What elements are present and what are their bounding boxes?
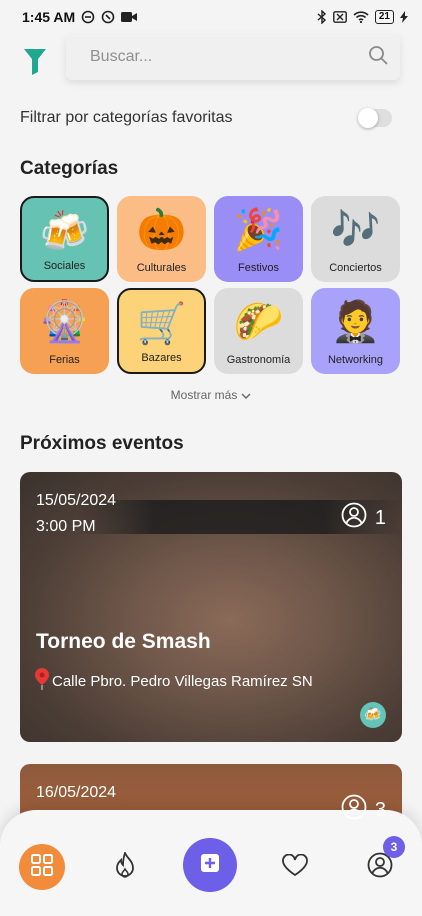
wifi-icon: [353, 11, 369, 23]
category-label: Culturales: [136, 262, 187, 274]
categories-title: Categorías: [20, 158, 119, 179]
events-title: Próximos eventos: [20, 433, 184, 454]
event-date: 15/05/2024: [36, 492, 117, 509]
show-more-label: Mostrar más: [170, 388, 238, 402]
nav-create-button[interactable]: [183, 838, 237, 892]
category-label: Sociales: [43, 260, 86, 272]
flame-icon: [114, 849, 136, 883]
category-icon: 🎃: [136, 207, 187, 253]
notification-badge: 3: [383, 836, 405, 858]
status-bar: 1:45 AM 21: [0, 0, 422, 34]
charging-icon: [400, 11, 408, 23]
chevron-down-icon: [241, 388, 251, 402]
category-tile-gastronomía[interactable]: 🌮 Gastronomía: [214, 288, 303, 374]
grid-icon: [31, 853, 53, 881]
category-label: Gastronomía: [226, 354, 291, 366]
category-tile-conciertos[interactable]: 🎶 Conciertos: [311, 196, 400, 282]
show-more-button[interactable]: Mostrar más: [0, 388, 422, 402]
event-time: 3:00 PM: [36, 518, 96, 535]
filter-icon[interactable]: [24, 48, 46, 80]
attendees-number: 1: [374, 506, 386, 529]
top-bar: Buscar...: [0, 34, 422, 94]
event-location-text: Calle Pbro. Pedro Villegas Ramírez SN: [52, 672, 313, 690]
category-tile-sociales[interactable]: 🍻 Sociales: [20, 196, 109, 282]
category-label: Festivos: [238, 262, 279, 274]
category-label: Networking: [327, 354, 384, 366]
favorites-filter-toggle[interactable]: [358, 108, 392, 128]
category-icon: 🎶: [330, 207, 381, 253]
category-icon: 🎡: [39, 299, 90, 345]
search-icon[interactable]: [368, 45, 388, 70]
search-input[interactable]: Buscar...: [66, 34, 400, 80]
user-icon: [341, 794, 367, 826]
bluetooth-icon: [317, 10, 327, 24]
category-tile-networking[interactable]: 🤵 Networking: [311, 288, 400, 374]
nav-favorites-button[interactable]: [272, 844, 318, 890]
event-category-badge: 🍻: [360, 702, 386, 728]
event-date: 16/05/2024: [36, 784, 117, 801]
event-name: Torneo de Smash: [36, 630, 211, 653]
attendees-number: 3: [374, 798, 386, 821]
category-icon: 🌮: [233, 299, 284, 345]
attendees-count: 1: [341, 502, 386, 534]
heart-icon: [282, 853, 308, 881]
favorites-filter-row: Filtrar por categorías favoritas: [20, 104, 392, 132]
favorites-filter-label: Filtrar por categorías favoritas: [20, 109, 233, 126]
category-tile-festivos[interactable]: 🎉 Festivos: [214, 196, 303, 282]
search-placeholder: Buscar...: [90, 48, 153, 65]
user-icon: [341, 502, 367, 534]
category-icon: 🤵: [330, 299, 381, 345]
category-icon: 🍻: [39, 209, 90, 255]
category-tile-culturales[interactable]: 🎃 Culturales: [117, 196, 206, 282]
attendees-count: 3: [341, 794, 386, 826]
add-icon: [200, 853, 220, 878]
battery-indicator: 21: [374, 10, 394, 24]
event-location: Calle Pbro. Pedro Villegas Ramírez SN: [34, 668, 313, 694]
status-time: 1:45 AM: [22, 9, 76, 25]
categories-grid: 🍻 Sociales 🎃 Culturales 🎉 Festivos 🎶 Conciertos…: [20, 196, 402, 374]
category-label: Ferias: [49, 354, 80, 366]
mute-icon: [332, 11, 347, 23]
nav-trending-button[interactable]: [102, 844, 148, 890]
category-icon: 🛒: [136, 301, 187, 347]
nav-profile-button[interactable]: 3: [357, 836, 405, 890]
nav-home-button[interactable]: [19, 844, 65, 890]
toggle-knob: [358, 108, 378, 128]
category-label: Conciertos: [329, 262, 382, 274]
event-card[interactable]: 15/05/2024 3:00 PM 1 Torneo de Smash Cal…: [20, 472, 402, 742]
category-label: Bazares: [141, 352, 182, 364]
app-notification-icon: [81, 10, 95, 24]
category-tile-bazares[interactable]: 🛒 Bazares: [117, 288, 206, 374]
location-pin-icon: [34, 668, 50, 694]
category-icon: 🎉: [233, 207, 284, 253]
category-tile-ferias[interactable]: 🎡 Ferias: [20, 288, 109, 374]
video-icon: [121, 11, 138, 23]
app-notification-icon: [101, 10, 115, 24]
